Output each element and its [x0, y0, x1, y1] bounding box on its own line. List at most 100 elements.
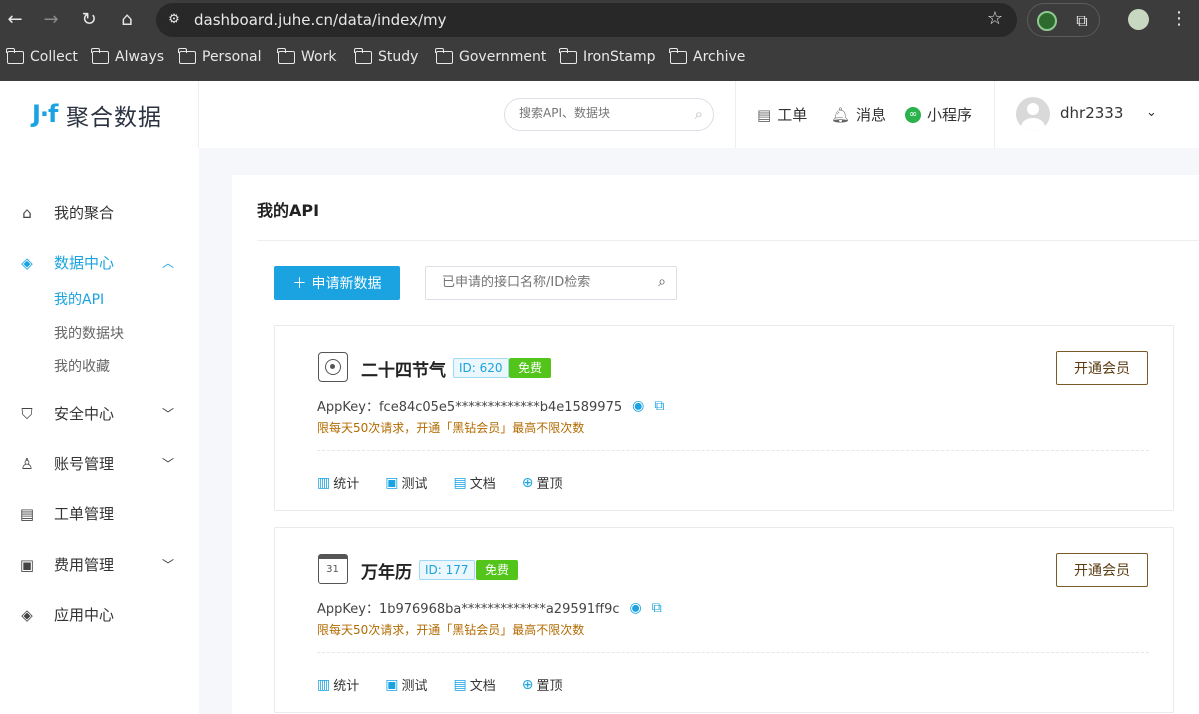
bookmark-work[interactable]: Work: [277, 47, 336, 65]
pin-action[interactable]: ⊕ 置顶: [521, 675, 563, 695]
bookmark-ironstamp[interactable]: IronStamp: [559, 47, 656, 65]
api-filter-input[interactable]: [442, 275, 642, 290]
profile-avatar[interactable]: [1128, 9, 1149, 30]
chevron-down-icon: ﹀: [161, 407, 174, 421]
card-actions: ▥ 统计 ▣ 测试 ▤ 文档 ⊕ 置顶: [317, 675, 563, 695]
ticket-icon: ▤: [757, 105, 772, 124]
terminal-icon: ▣: [385, 676, 399, 693]
calendar-icon: 31: [318, 554, 348, 584]
message-link[interactable]: 🔔︎ 消息: [831, 104, 886, 125]
open-membership-button[interactable]: 开通会员: [1056, 351, 1148, 385]
pin-action[interactable]: ⊕ 置顶: [521, 473, 563, 493]
back-icon[interactable]: ←: [3, 8, 27, 32]
divider: [735, 81, 736, 148]
api-card: 二十四节气 ID: 620 免费 开通会员 AppKey：fce84c05e5*…: [274, 325, 1174, 511]
chevron-down-icon[interactable]: ⌄: [1146, 105, 1157, 120]
global-search[interactable]: ⌕: [504, 98, 714, 131]
sidebar-item-apps[interactable]: ◈ 应用中心: [18, 604, 178, 625]
docs-action[interactable]: ▤ 文档: [453, 473, 496, 493]
copy-icon[interactable]: ⧉: [654, 398, 664, 414]
home-icon[interactable]: ⌂: [115, 8, 139, 32]
ticket-link[interactable]: ▤ 工单: [757, 104, 807, 125]
divider: [257, 240, 1199, 241]
eye-icon[interactable]: ◉: [630, 600, 642, 616]
home-icon: ⌂: [22, 203, 32, 222]
forward-icon[interactable]: →: [39, 8, 63, 32]
apply-new-data-button[interactable]: ＋ 申请新数据: [274, 266, 400, 300]
plus-icon: ＋: [292, 276, 307, 292]
pin-icon: ⊕: [521, 676, 534, 693]
sidebar-item-security[interactable]: ⛉ 安全中心 ﹀: [18, 403, 178, 424]
user-icon: ♙: [20, 454, 34, 473]
shield-icon: ⛉: [21, 404, 33, 423]
chevron-up-icon: ︿: [161, 256, 174, 270]
extension-icon[interactable]: [1037, 11, 1057, 31]
stats-action[interactable]: ▥ 统计: [317, 675, 359, 695]
id-badge: ID: 177: [419, 560, 475, 580]
menu-icon[interactable]: ⋮: [1170, 8, 1188, 29]
search-icon[interactable]: ⌕: [695, 105, 703, 123]
page-title: 我的API: [257, 201, 320, 220]
logo[interactable]: J·f 聚合数据: [0, 81, 199, 148]
sidebar-item-account[interactable]: ♙ 账号管理 ﹀: [18, 453, 178, 474]
free-badge: 免费: [476, 560, 519, 580]
divider: [994, 81, 995, 148]
bookmark-government[interactable]: Government: [435, 47, 546, 65]
api-name[interactable]: 万年历: [361, 558, 412, 583]
sidebar-item-billing[interactable]: ▣ 费用管理 ﹀: [18, 554, 178, 575]
search-icon[interactable]: ⌕: [658, 274, 666, 290]
site-info-icon[interactable]: ⚙: [164, 10, 184, 30]
card-actions: ▥ 统计 ▣ 测试 ▤ 文档 ⊕ 置顶: [317, 473, 563, 493]
sidebar-item-tickets[interactable]: ▤ 工单管理: [18, 503, 178, 524]
address-bar[interactable]: ⚙ dashboard.juhe.cn/data/index/my ☆: [156, 3, 1017, 37]
sidebar-sub-my-datablock[interactable]: 我的数据块: [54, 323, 124, 343]
document-icon: ▤: [453, 474, 467, 491]
miniprogram-icon: ∞: [905, 106, 921, 123]
folder-icon: [354, 47, 372, 64]
bookmark-archive[interactable]: Archive: [669, 47, 745, 65]
api-filter[interactable]: ⌕: [425, 266, 677, 300]
sidebar-sub-my-favorites[interactable]: 我的收藏: [54, 356, 110, 376]
layers-icon: ◈: [21, 253, 33, 272]
copy-icon[interactable]: ⧉: [652, 600, 662, 616]
puzzle-icon[interactable]: ⧉: [1072, 11, 1092, 31]
bookmark-star-icon[interactable]: ☆: [987, 8, 1003, 29]
sidebar-item-data-center[interactable]: ◈ 数据中心 ︿: [18, 252, 178, 273]
stats-action[interactable]: ▥ 统计: [317, 473, 359, 493]
reload-icon[interactable]: ↻: [77, 8, 101, 32]
username[interactable]: dhr2333: [1060, 104, 1123, 122]
folder-icon: [277, 47, 295, 64]
id-badge: ID: 620: [453, 358, 509, 378]
layers-icon: ◈: [21, 605, 33, 624]
bookmark-personal[interactable]: Personal: [178, 47, 262, 65]
free-badge: 免费: [509, 358, 552, 378]
pin-icon: ⊕: [521, 474, 534, 491]
api-card: 31 万年历 ID: 177 免费 开通会员 AppKey：1b976968ba…: [274, 527, 1174, 713]
appkey-row: AppKey：fce84c05e5*************b4e1589975…: [317, 396, 664, 416]
global-search-input[interactable]: [519, 106, 679, 120]
user-avatar[interactable]: [1016, 97, 1050, 131]
folder-icon: [559, 47, 577, 64]
bookmark-always[interactable]: Always: [91, 47, 164, 65]
sidebar-item-my-juhe[interactable]: ⌂ 我的聚合: [18, 202, 178, 223]
test-action[interactable]: ▣ 测试: [385, 473, 427, 493]
miniprogram-link[interactable]: ∞ 小程序: [905, 104, 972, 125]
docs-action[interactable]: ▤ 文档: [454, 675, 496, 695]
sidebar-sub-my-api[interactable]: 我的API: [54, 289, 104, 309]
test-action[interactable]: ▣ 测试: [385, 675, 427, 695]
logo-mark: J·f: [32, 100, 58, 128]
chart-icon: ▥: [317, 474, 331, 491]
chevron-down-icon: ﹀: [161, 558, 174, 572]
browser-chrome: ← → ↻ ⌂ ⚙ dashboard.juhe.cn/data/index/m…: [0, 0, 1199, 81]
appkey-text: AppKey：1b976968ba*************a29591ff9c: [317, 602, 620, 617]
eye-icon[interactable]: ◉: [632, 398, 644, 414]
folder-icon: [178, 47, 196, 64]
folder-icon: [91, 47, 109, 64]
bookmark-collect[interactable]: Collect: [6, 47, 78, 65]
api-name[interactable]: 二十四节气: [361, 356, 446, 381]
bell-icon: 🔔︎: [831, 105, 851, 124]
open-membership-button[interactable]: 开通会员: [1056, 553, 1148, 587]
url-text[interactable]: dashboard.juhe.cn/data/index/my: [194, 11, 447, 29]
bookmark-study[interactable]: Study: [354, 47, 418, 65]
solar-term-icon: [318, 352, 348, 382]
